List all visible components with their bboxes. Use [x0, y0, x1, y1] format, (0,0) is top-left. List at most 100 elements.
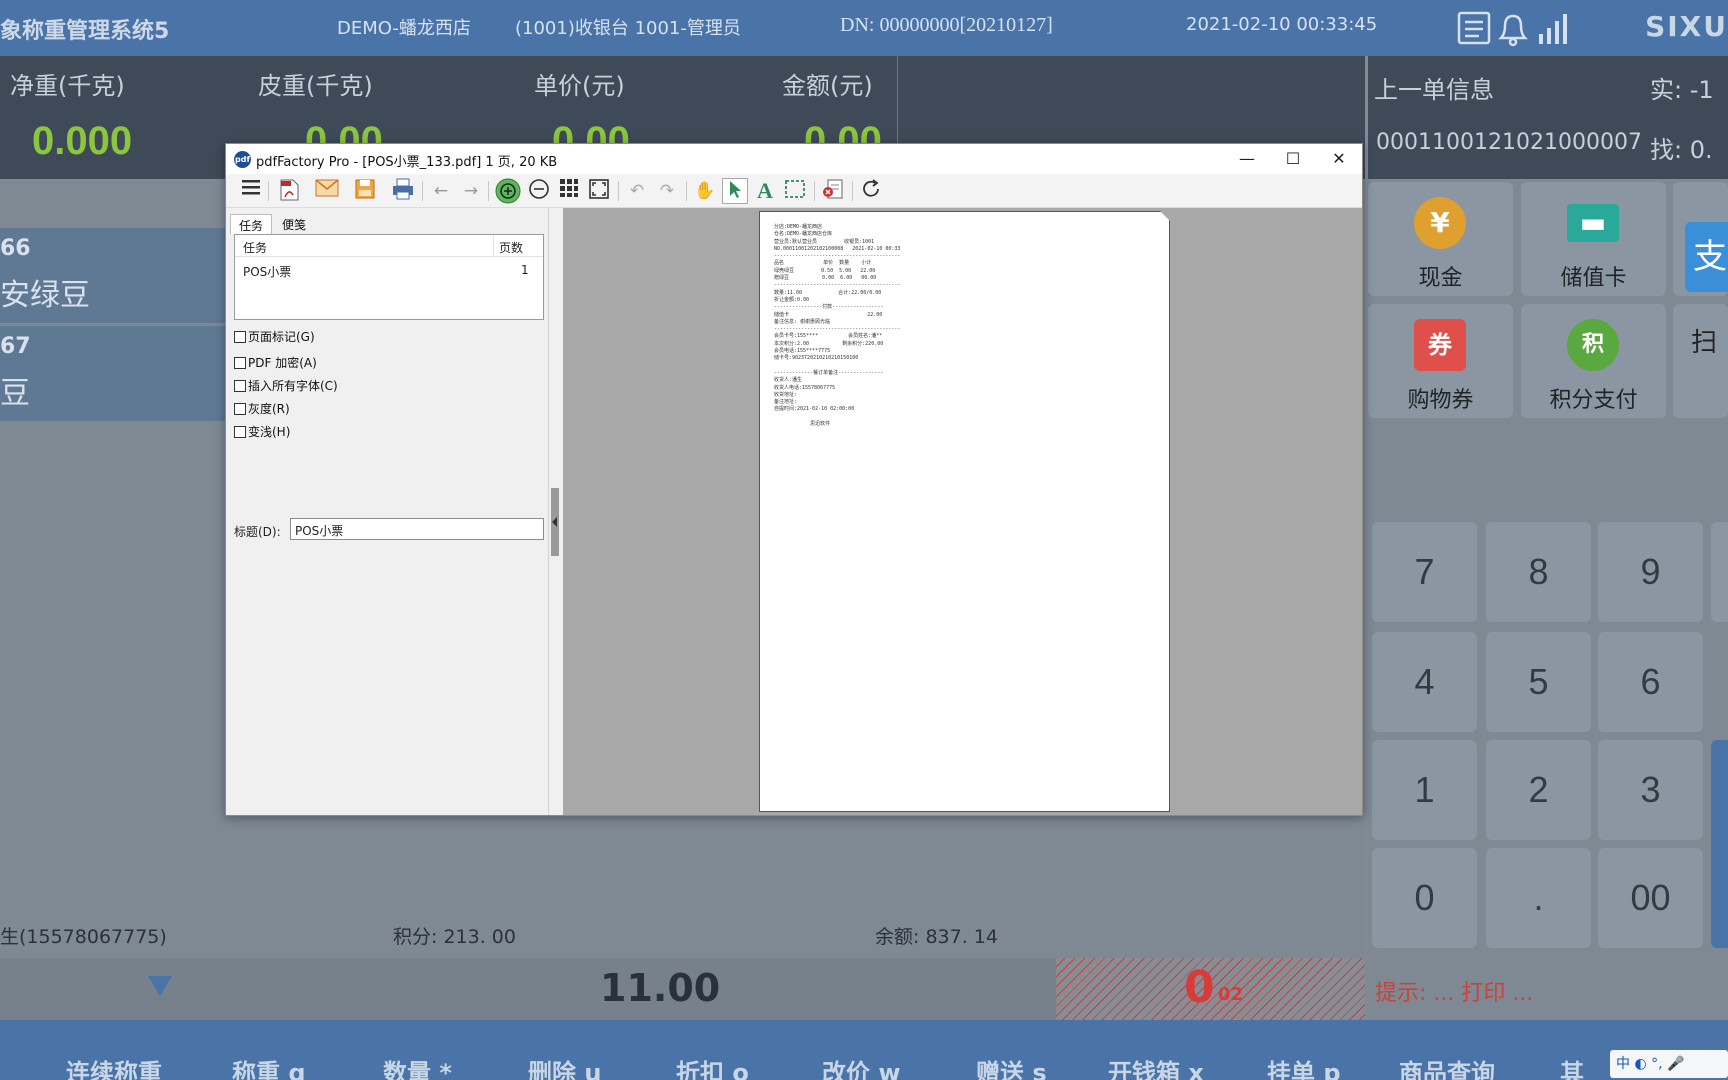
- menu-icon[interactable]: [238, 178, 264, 204]
- checkbox-box[interactable]: [234, 380, 246, 392]
- total-due-main: 0: [1184, 962, 1215, 1013]
- hand-icon[interactable]: ✋: [692, 178, 718, 204]
- text-tool-icon[interactable]: A: [752, 178, 778, 204]
- print-icon[interactable]: [390, 178, 416, 204]
- select-arrow-icon[interactable]: [722, 178, 748, 204]
- back-icon[interactable]: ←: [428, 178, 454, 204]
- key-8[interactable]: 8: [1486, 522, 1591, 622]
- close-button[interactable]: ✕: [1316, 144, 1362, 174]
- key-9[interactable]: 9: [1598, 522, 1703, 622]
- amount-label: 金额(元): [782, 72, 873, 100]
- embed-fonts-checkbox[interactable]: 插入所有字体(C): [234, 377, 338, 393]
- total-quantity: 11.00: [600, 966, 721, 1010]
- fkey-gift[interactable]: 赠送 s: [976, 1053, 1047, 1080]
- key-dot[interactable]: .: [1486, 848, 1591, 948]
- page-preview[interactable]: 分店:DEMO-蟠龙西店 仓名:DEMO-蟠龙西店仓库 营业员:默认营业员 收银员:…: [563, 208, 1362, 815]
- forward-icon[interactable]: →: [458, 178, 484, 204]
- notes-icon[interactable]: [1457, 11, 1491, 45]
- brand-logo: SIXU: [1645, 10, 1728, 43]
- fkey-open-drawer[interactable]: 开钱箱 x: [1108, 1053, 1204, 1080]
- key-4[interactable]: 4: [1372, 632, 1477, 732]
- list-item[interactable]: 67 豆: [0, 326, 230, 421]
- redo-icon[interactable]: ↷: [654, 178, 680, 204]
- table-row[interactable]: POS小票 1: [235, 259, 543, 279]
- receipt-line: 收货人:潘生: [774, 377, 803, 384]
- receipt-line: 储值卡 22.00: [774, 311, 883, 318]
- key-0[interactable]: 0: [1372, 848, 1477, 948]
- tab-notes[interactable]: 便笺: [274, 214, 314, 234]
- cash-button[interactable]: ¥ 现金: [1368, 182, 1513, 296]
- marquee-icon[interactable]: [782, 178, 808, 204]
- save-icon[interactable]: [352, 178, 378, 204]
- fkey-delete[interactable]: 删除 u: [528, 1053, 601, 1080]
- checkbox-label: PDF 加密(A): [248, 356, 317, 370]
- key-7[interactable]: 7: [1372, 522, 1477, 622]
- minimize-button[interactable]: —: [1224, 144, 1270, 174]
- scan-button[interactable]: 扫: [1673, 304, 1728, 418]
- side-key[interactable]: [1711, 522, 1728, 622]
- coupon-icon: 券: [1414, 319, 1466, 371]
- key-2[interactable]: 2: [1486, 740, 1591, 840]
- grid-icon[interactable]: [556, 178, 582, 204]
- total-bar: 11.00 0 02: [0, 958, 1365, 1020]
- fkey-continuous-weigh[interactable]: 连续称重: [66, 1053, 162, 1080]
- bell-icon[interactable]: [1497, 14, 1529, 47]
- cash-label: 现金: [1418, 266, 1463, 291]
- key-00[interactable]: 00: [1598, 848, 1703, 948]
- fkey-product-search[interactable]: 商品查询: [1399, 1053, 1495, 1080]
- ime-toolbar[interactable]: 中 ◐ °, 🎤: [1610, 1050, 1728, 1078]
- collapse-panel-button[interactable]: [551, 488, 559, 556]
- key-3[interactable]: 3: [1598, 740, 1703, 840]
- fit-page-icon[interactable]: [586, 178, 612, 204]
- fkey-discount[interactable]: 折扣 o: [676, 1053, 749, 1080]
- title-field-label: 标题(D):: [234, 525, 281, 539]
- alipay-button[interactable]: 支: [1673, 182, 1728, 296]
- task-column-header[interactable]: 任务: [243, 239, 267, 256]
- stored-value-card-button[interactable]: ▬ 储值卡: [1521, 182, 1666, 296]
- task-list: 任务 页数 POS小票 1: [234, 234, 544, 320]
- tab-tasks[interactable]: 任务: [230, 214, 273, 234]
- item-number: 67: [0, 334, 31, 359]
- fkey-weigh[interactable]: 称重 q: [232, 1053, 306, 1080]
- list-item[interactable]: 66 安绿豆: [0, 228, 230, 323]
- title-bar[interactable]: pdf pdfFactory Pro - [POS小票_133.pdf] 1 页…: [226, 144, 1362, 174]
- checkbox-box[interactable]: [234, 331, 246, 343]
- zoom-out-icon[interactable]: [526, 178, 552, 204]
- pdf-icon[interactable]: [276, 178, 302, 204]
- pos-top-bar: 象称重管理系统5 DEMO-蟠龙西店 (1001)收银台 1001-管理员 DN…: [0, 0, 1728, 56]
- grayscale-checkbox[interactable]: 灰度(R): [234, 400, 290, 416]
- points-pay-button[interactable]: 积 积分支付: [1521, 304, 1666, 418]
- coupon-button[interactable]: 券 购物券: [1368, 304, 1513, 418]
- checkbox-label: 灰度(R): [248, 402, 290, 416]
- title-input[interactable]: POS小票: [290, 518, 544, 540]
- net-weight-label: 净重(千克): [10, 72, 125, 100]
- key-5[interactable]: 5: [1486, 632, 1591, 732]
- scroll-down-icon[interactable]: [148, 976, 172, 996]
- email-icon[interactable]: [314, 178, 340, 204]
- panel-splitter[interactable]: [548, 208, 562, 815]
- undo-icon[interactable]: ↶: [624, 178, 650, 204]
- delete-page-icon[interactable]: [820, 178, 846, 204]
- receipt-line: 会员卡号:155**** 会员姓名:潘**: [774, 333, 883, 340]
- member-balance: 余额: 837. 14: [875, 926, 998, 948]
- fkey-change-price[interactable]: 改价 w: [822, 1053, 901, 1080]
- checkbox-box[interactable]: [234, 403, 246, 415]
- checkbox-box[interactable]: [234, 357, 246, 369]
- maximize-button[interactable]: ☐: [1270, 144, 1316, 174]
- fkey-quantity[interactable]: 数量 *: [383, 1053, 452, 1080]
- checkbox-label: 变浅(H): [248, 425, 291, 439]
- pages-column-header[interactable]: 页数: [499, 239, 523, 256]
- pdffactory-window: pdf pdfFactory Pro - [POS小票_133.pdf] 1 页…: [225, 143, 1363, 816]
- fkey-other[interactable]: 其: [1560, 1053, 1584, 1080]
- enter-key[interactable]: [1711, 740, 1728, 948]
- lighten-checkbox[interactable]: 变浅(H): [234, 423, 290, 439]
- key-1[interactable]: 1: [1372, 740, 1477, 840]
- refresh-icon[interactable]: [858, 178, 884, 204]
- zoom-in-icon[interactable]: [495, 178, 521, 204]
- page-marks-checkbox[interactable]: 页面标记(G): [234, 328, 315, 344]
- pdf-encrypt-checkbox[interactable]: PDF 加密(A): [234, 354, 317, 370]
- checkbox-box[interactable]: [234, 426, 246, 438]
- card-icon: ▬: [1567, 204, 1619, 242]
- fkey-hold-order[interactable]: 挂单 p: [1267, 1053, 1341, 1080]
- key-6[interactable]: 6: [1598, 632, 1703, 732]
